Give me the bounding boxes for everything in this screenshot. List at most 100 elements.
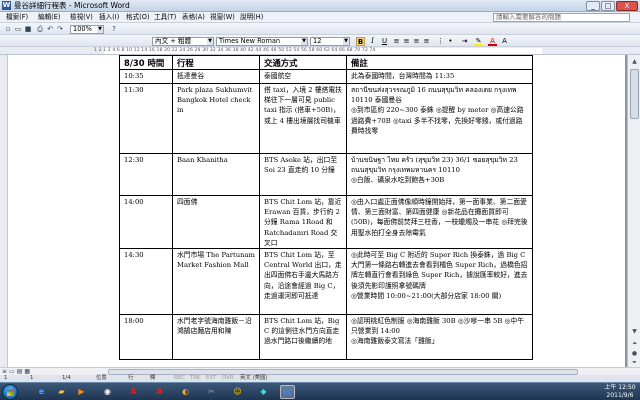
next-page-icon[interactable]: ⏷ [630,358,639,367]
save-icon[interactable]: ■ [24,25,32,33]
tool-icon[interactable]: ✂ [204,385,219,399]
scroll-up-icon[interactable]: ▲ [630,57,639,66]
help-search-input[interactable]: 請輸入需要解答的問題 [493,13,630,22]
browse-object-icon[interactable]: ● [630,349,639,358]
acrobat-reader-icon[interactable]: A [152,385,167,399]
word-taskbar-icon[interactable]: W [280,385,295,399]
cell-notes[interactable]: บ้านขนิษฐา ไทย ครัว (สุขุมวิท 23) 36/1 ซ… [346,153,533,196]
minimize-button[interactable]: _ [586,1,600,11]
cell-transport[interactable]: 泰國航空 [259,69,347,84]
status-bar: 1 1 1/4 位置 行 欄 REC TRK EXT OVR 英文 (美國) [0,375,640,382]
prev-page-icon[interactable]: ⏶ [630,339,639,348]
menu-window[interactable]: 視窗(W) [210,13,235,22]
document-page[interactable]: 8/30 時間 行程 交通方式 備註 10:35 抵達曼谷 泰國航空 此為泰國時… [8,55,625,367]
status-trk[interactable]: TRK [190,375,201,382]
style-select[interactable]: 內文 + 粗體 ▼ [152,36,214,46]
menu-edit[interactable]: 編輯(E) [38,13,61,22]
font-size-value: 12 [313,36,322,45]
cell-itinerary[interactable]: 四面佛 [172,194,260,250]
cell-itinerary[interactable]: 水門老字號海南雞飯－沿鴻鵠店麵店用和陳 [172,314,260,361]
header-time[interactable]: 8/30 時間 [119,55,173,70]
cell-notes[interactable]: ◎此時可至 Big C 附近的 Super Rich 換泰銖，過 Big C 大… [346,248,533,316]
highlight-icon[interactable]: ✎ [474,37,483,46]
menu-bar: 檔案(F) 編輯(E) 檢視(V) 插入(I) 格式(O) 工具(T) 表格(A… [0,12,640,23]
font-value: Times New Roman [219,36,281,45]
align-center-icon[interactable]: ≡ [402,37,411,46]
cell-time[interactable]: 18:00 [119,314,173,361]
menu-file[interactable]: 檔案(F) [6,13,28,22]
font-size-select[interactable]: 12 ▼ [310,36,350,46]
align-right-icon[interactable]: ≡ [412,37,421,46]
justify-icon[interactable]: ≡ [422,37,431,46]
horizontal-scrollbar[interactable]: ≡▭▤▦ [0,367,640,375]
cell-itinerary[interactable]: Baan Khanitha [172,153,260,196]
cell-transport[interactable]: BTS Asoke 站，出口至 Soi 23 直走約 10 分鐘 [259,153,347,196]
close-button[interactable]: X [616,1,638,11]
cell-transport[interactable]: BTS Chit Lom 站，Big C 的這側往水門方向直走過水門路口後繼續的… [259,314,347,361]
underline-button[interactable]: U [380,37,389,46]
cell-time[interactable]: 14:00 [119,194,173,250]
cell-time[interactable]: 14:30 [119,248,173,316]
menu-format[interactable]: 格式(O) [126,13,150,22]
cell-transport[interactable]: BTS Chit Lom 站，至 Central World 出口，走出四面佛右… [259,248,347,316]
header-notes[interactable]: 備註 [346,55,533,70]
menu-table[interactable]: 表格(A) [182,13,205,22]
font-select[interactable]: Times New Roman ▼ [216,36,308,46]
header-itinerary[interactable]: 行程 [172,55,260,70]
status-ovr[interactable]: OVR [222,375,234,382]
status-ext[interactable]: EXT [206,375,216,382]
maximize-button[interactable]: □ [601,1,615,11]
cell-itinerary[interactable]: Park plaza Sukhumvit Bangkok Hotel check… [172,83,260,154]
new-doc-icon[interactable]: ▫ [4,25,12,33]
scrollbar-thumb[interactable] [630,69,639,119]
explorer-icon[interactable]: ▰ [54,385,69,399]
menu-insert[interactable]: 插入(I) [99,13,119,22]
cell-time[interactable]: 12:30 [119,153,173,196]
horizontal-ruler[interactable]: 1 2 1 2 4 6 8 10 12 14 16 18 20 22 24 26… [0,47,640,55]
print-icon[interactable]: ⎙ [36,25,44,33]
align-left-icon[interactable]: ≡ [392,37,401,46]
cell-notes[interactable]: ◎認明桃紅色制服 ◎海南雞飯 30B ◎沙嗲一串 5B ◎中午只營業到 14:0… [346,314,533,361]
cell-transport[interactable]: 搭 taxi，入境 2 樓搭電扶梯往下一層可見 public taxi 指示 (… [259,83,347,154]
redo-icon[interactable]: ↷ [56,25,64,33]
cell-notes[interactable]: สถานีขนส่งสุวรรณภูมิ 16 ถนนสุขุมวิท คลอง… [346,83,533,154]
app3-icon[interactable]: ◆ [256,385,271,399]
start-button[interactable] [2,384,18,400]
scroll-down-icon[interactable]: ▼ [630,327,639,336]
acrobat-icon[interactable]: A [126,385,141,399]
cell-itinerary[interactable]: 水門市場 The Partunam Market Fashion Mall [172,248,260,316]
cell-time[interactable]: 10:35 [119,69,173,84]
menu-tools[interactable]: 工具(T) [154,13,176,22]
cell-notes[interactable]: ◎由入口處正面佛像順時鐘開始拜，第一面事業、第二面愛情、第三面財富、第四面健康 … [346,194,533,250]
window-title: 曼谷詳細行程表 - Microsoft Word [14,1,130,10]
open-icon[interactable]: ▭ [14,25,22,33]
header-transport[interactable]: 交通方式 [259,55,347,70]
bold-button[interactable]: B [356,36,365,46]
italic-button[interactable]: I [368,37,377,46]
ie-icon[interactable]: e [34,385,49,399]
status-rec[interactable]: REC [174,375,185,382]
vertical-ruler[interactable] [0,55,8,367]
app2-icon[interactable]: ◐ [178,385,193,399]
menu-view[interactable]: 檢視(V) [70,13,93,22]
vertical-scrollbar[interactable]: ▲ ▼ ⏶ ● ⏷ [627,55,640,367]
cell-notes[interactable]: 此為泰國時間，台灣時間為 11:35 [346,69,533,84]
menu-help[interactable]: 說明(H) [240,13,263,22]
bullets-icon[interactable]: • [446,37,455,46]
cell-transport[interactable]: BTS Chit Lom 站，靠近 Erawan 百貨，步行約 2 分鐘 Ram… [259,194,347,250]
cell-time[interactable]: 11:30 [119,83,173,154]
font-color-button[interactable]: A [488,37,497,46]
word-icon[interactable]: W [2,1,11,10]
app-icon[interactable]: ◉ [100,385,115,399]
help-icon[interactable]: ? [110,25,118,33]
char-border-icon[interactable]: A [500,37,509,46]
formatting-toolbar: 內文 + 粗體 ▼ Times New Roman ▼ 12 ▼ B I U ≡ ≡ … [0,35,640,47]
cell-itinerary[interactable]: 抵達曼谷 [172,69,260,84]
messenger-icon[interactable]: ☺ [230,385,245,399]
numbering-icon[interactable]: ⋮ [436,37,445,46]
media-icon[interactable]: ▶ [74,385,89,399]
system-clock[interactable]: 上午 12:50 2011/9/6 [601,384,639,400]
zoom-select[interactable]: 100% ▼ [70,24,104,34]
indent-icon[interactable]: ⇥ [460,37,469,46]
undo-icon[interactable]: ↶ [46,25,54,33]
